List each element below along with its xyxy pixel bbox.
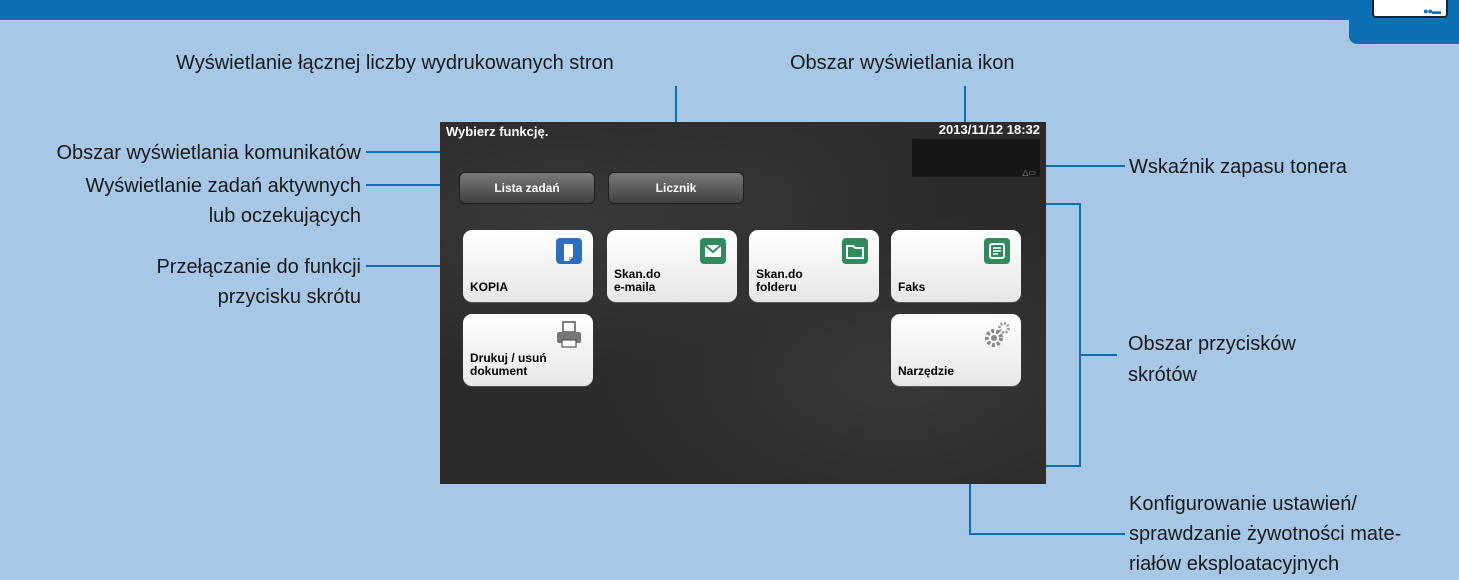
- label-settings-1: Konfigurowanie ustawień/: [1129, 493, 1357, 515]
- label-toner-indicator: Wskaźnik zapasu tonera: [1129, 156, 1347, 178]
- print-delete-document-label: Drukuj / usuń dokument: [470, 351, 547, 378]
- envelope-icon: [700, 238, 726, 264]
- copy-label: KOPIA: [470, 280, 509, 294]
- label-active-jobs-2: lub oczekujących: [208, 205, 361, 227]
- printer-icon: [557, 321, 581, 348]
- icon-display-area: △▭: [912, 139, 1040, 177]
- scan-to-email-tile[interactable]: Skan.do e-maila: [607, 230, 737, 302]
- utility-label: Narzędzie: [898, 364, 955, 378]
- label-active-jobs-1: Wyświetlanie zadań aktywnych: [85, 175, 362, 197]
- utility-tile[interactable]: Narzędzie: [891, 314, 1021, 386]
- gear-icon: [985, 322, 1010, 347]
- label-message-area: Obszar wyświetlania komunikatów: [56, 142, 361, 164]
- label-settings-3: riałów eksploatacyjnych: [1129, 553, 1340, 575]
- copy-tile[interactable]: KOPIA: [463, 230, 593, 302]
- scan-to-folder-label: Skan.do folderu: [756, 267, 803, 294]
- message-text: Wybierz funkcję.: [446, 124, 549, 139]
- label-icon-area: Obszar wyświetlania ikon: [790, 52, 1015, 74]
- label-shortcut-area-2: skrótów: [1128, 364, 1197, 386]
- counter-button[interactable]: Licznik: [608, 172, 744, 204]
- print-delete-document-tile[interactable]: Drukuj / usuń dokument: [463, 314, 593, 386]
- job-list-button[interactable]: Lista zadań: [459, 172, 595, 204]
- fax-label: Faks: [898, 280, 926, 294]
- toner-icon: △▭: [1022, 168, 1036, 177]
- scan-to-folder-tile[interactable]: Skan.do folderu: [749, 230, 879, 302]
- label-settings-2: sprawdzanie żywotności mate-: [1129, 523, 1402, 545]
- label-shortcut-switch-2: przycisku skrótu: [217, 286, 361, 308]
- label-shortcut-switch-1: Przełączanie do funkcji: [156, 256, 361, 278]
- label-total-pages: Wyświetlanie łącznej liczby wydrukowanyc…: [176, 52, 614, 74]
- label-shortcut-area-1: Obszar przycisków: [1128, 333, 1296, 355]
- datetime-display: 2013/11/12 18:32: [938, 122, 1040, 137]
- control-panel-screen: Wybierz funkcję. 2013/11/12 18:32 △▭ Lis…: [440, 122, 1046, 484]
- fax-icon: [984, 238, 1010, 264]
- fax-tile[interactable]: Faks: [891, 230, 1021, 302]
- folder-icon: [842, 238, 868, 264]
- copy-icon: [556, 238, 582, 264]
- scan-to-email-label: Skan.do e-maila: [614, 267, 661, 294]
